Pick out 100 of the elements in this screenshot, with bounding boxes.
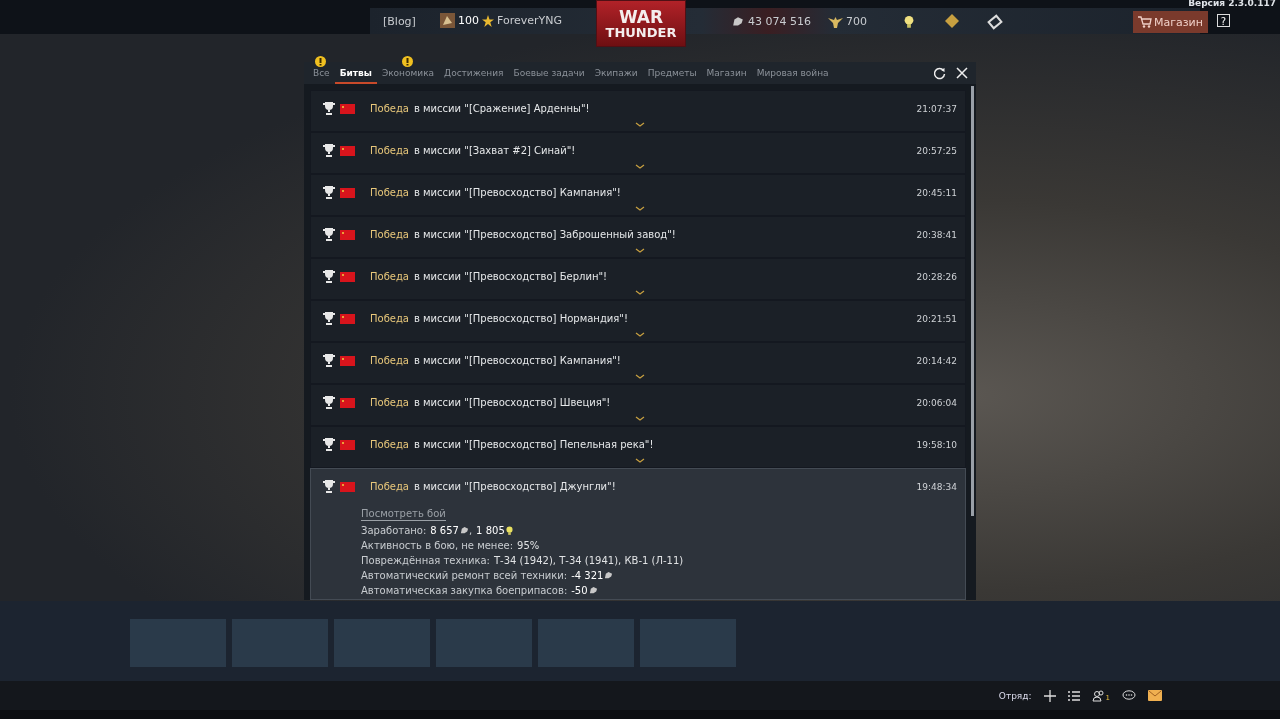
flag-icon [340,145,355,156]
message-row[interactable]: Победа в миссии "[Превосходство] Кампания"! 20:14:42 [310,342,966,384]
eagle-icon [828,15,843,28]
detail-label: Повреждённая техника: [361,554,490,567]
blog-link[interactable]: [Blog] [383,15,416,28]
message-row[interactable]: Победа в миссии "[Захват #2] Синай"! 20:57:25 [310,132,966,174]
flag-icon [340,229,355,240]
help-button[interactable]: ? [1217,14,1230,27]
scrollbar[interactable] [971,86,974,516]
mission-text: в миссии "[Превосходство] Берлин"! [414,271,608,282]
message-row[interactable]: Победа в миссии "[Сражение] Арденны"! 21:07:37 [310,90,966,132]
tab[interactable]: Экономика [376,56,440,84]
message-row[interactable]: Победа в миссии "[Превосходство] Кампания"! 20:45:11 [310,174,966,216]
detail-label: Автоматический ремонт всей техники: [361,569,568,582]
view-battle-link[interactable]: Посмотреть бой [361,507,446,521]
mission-text: в миссии "[Превосходство] Кампания"! [414,355,621,366]
bulb-icon[interactable] [904,15,914,28]
tab[interactable]: Мировая война [751,56,834,84]
expand-chevron-icon [635,290,645,295]
message-time: 21:07:37 [916,103,957,114]
lion-icon [731,15,745,28]
message-row[interactable]: Победа в миссии "[Превосходство] Швеция"! 20:06:04 [310,384,966,426]
trophy-icon [323,102,335,115]
flag-icon [340,271,355,282]
tab[interactable]: Экипажи [589,56,643,84]
expand-chevron-icon [635,248,645,253]
flag-icon [340,397,355,408]
lion-icon [459,526,469,535]
golden-eagles-balance: 700 [846,15,867,28]
mission-text: в миссии "[Превосходство] Швеция"! [414,397,611,408]
tab[interactable]: Магазин [701,56,752,84]
result-label: Победа [370,397,409,408]
trophy-icon [323,396,335,409]
tab[interactable]: Боевые задачи [508,56,590,84]
tab[interactable]: Предметы [642,56,702,84]
detail-label: Активность в бою, не менее: [361,539,514,552]
message-time: 19:58:10 [916,439,957,450]
detail-label: Заработано: [361,524,427,537]
message-row[interactable]: Победа в миссии "[Превосходство] Берлин"! 20:28:26 [310,258,966,300]
message-row[interactable]: Победа в миссии "[Превосходство] Нормандия"! 20:21:51 [310,300,966,342]
game-logo: WAR THUNDER [596,0,686,47]
detail-label: Автоматическая закупка боеприпасов: [361,584,568,597]
detail-value: 95% [517,539,540,552]
mission-text: в миссии "[Превосходство] Пепельная река"! [414,439,654,450]
message-time: 20:57:25 [916,145,957,156]
flag-icon [340,439,355,450]
message-row[interactable] [310,468,966,600]
result-label: Победа [370,481,409,492]
expand-chevron-icon [635,458,645,463]
star-icon [482,14,494,27]
result-label: Победа [370,103,409,114]
plus-icon[interactable] [1043,689,1056,702]
trophy-icon [323,144,335,157]
expand-chevron-icon [635,164,645,169]
trophy-icon [323,186,335,199]
trophy-icon [323,480,335,493]
result-label: Победа [370,229,409,240]
close-icon[interactable] [956,67,968,79]
expand-chevron-icon [635,206,645,211]
flag-icon [340,187,355,198]
trophy-icon [323,270,335,283]
detail-value: -50 [571,584,588,597]
detail-value: Т-34 (1942), Т-34 (1941), КВ-1 (Л-11) [494,554,684,567]
detail-value: 1 805 [476,524,505,537]
shop-button[interactable]: Магазин [1133,11,1208,33]
flag-icon [340,355,355,366]
contacts-icon[interactable] [1091,689,1106,702]
refresh-icon[interactable] [933,66,946,80]
diamond-icon[interactable] [945,14,959,28]
rank-value: 100 [458,14,479,27]
result-label: Победа [370,313,409,324]
message-time: 20:28:26 [916,271,957,282]
tab[interactable]: Достижения [439,56,509,84]
message-time: 19:48:34 [916,481,957,492]
tab[interactable]: Битвы [334,56,377,84]
message-row[interactable]: Победа в миссии "[Превосходство] Пепельная река"! 19:58:10 [310,426,966,468]
expand-chevron-icon [635,374,645,379]
flag-icon [340,103,355,114]
message-row[interactable]: Победа в миссии "[Превосходство] Заброшенный завод"! 20:38:41 [310,216,966,258]
chat-icon[interactable] [1122,690,1136,701]
message-time: 20:14:42 [916,355,957,366]
squad-label: Отряд: [998,690,1032,701]
message-time: 20:21:51 [916,313,957,324]
mission-text: в миссии "[Превосходство] Нормандия"! [414,313,628,324]
tab[interactable]: Все [308,56,335,84]
list-icon[interactable] [1067,690,1080,701]
expand-chevron-icon [635,332,645,337]
mission-text: в миссии "[Сражение] Арденны"! [414,103,590,114]
message-time: 20:45:11 [916,187,957,198]
result-label: Победа [370,271,409,282]
mission-text: в миссии "[Захват #2] Синай"! [414,145,576,156]
message-time: 20:38:41 [916,229,957,240]
separator: , [468,524,473,537]
mission-text: в миссии "[Превосходство] Кампания"! [414,187,621,198]
trophy-icon [323,354,335,367]
mission-text: в миссии "[Превосходство] Заброшенный завод"! [414,229,676,240]
result-label: Победа [370,187,409,198]
player-name[interactable]: ForeverYNG [497,14,562,27]
lions-balance: 43 074 516 [748,15,811,28]
expand-chevron-icon [635,122,645,127]
